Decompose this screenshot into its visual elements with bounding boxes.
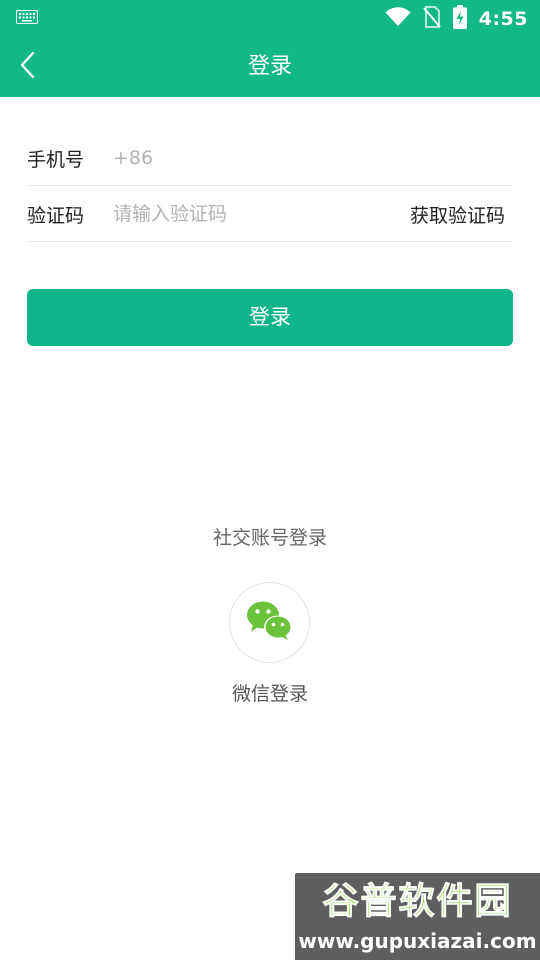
chevron-left-icon <box>19 51 37 83</box>
login-button[interactable]: 登录 <box>27 289 513 346</box>
get-code-button[interactable]: 获取验证码 <box>410 201 513 228</box>
battery-charging-icon <box>452 4 467 33</box>
social-login-title: 社交账号登录 <box>212 527 327 549</box>
page-title: 登录 <box>247 54 292 79</box>
wechat-login-button[interactable] <box>229 582 310 663</box>
wechat-icon <box>246 600 294 646</box>
code-row: 验证码 获取验证码 <box>27 187 513 242</box>
keyboard-icon <box>16 9 38 28</box>
no-sim-icon <box>422 5 441 32</box>
code-input[interactable] <box>113 194 410 234</box>
wifi-icon <box>385 6 411 31</box>
clock: 4:55 <box>478 7 528 30</box>
watermark-title: 谷普软件园 <box>322 881 513 923</box>
login-page: 4:55 登录 手机号 验证码 获取验证码 登录 社交账号登录 <box>0 0 540 960</box>
watermark-url: www.gupuxiazai.com <box>298 929 537 953</box>
phone-label: 手机号 <box>27 148 85 171</box>
phone-row: 手机号 <box>27 131 513 186</box>
status-bar: 4:55 <box>0 0 540 37</box>
code-label: 验证码 <box>27 204 85 227</box>
watermark: 谷普软件园 www.gupuxiazai.com <box>295 873 540 960</box>
back-button[interactable] <box>12 51 44 83</box>
app-bar: 登录 <box>0 37 540 97</box>
phone-input[interactable] <box>113 138 513 178</box>
wechat-login-label: 微信登录 <box>231 683 308 705</box>
